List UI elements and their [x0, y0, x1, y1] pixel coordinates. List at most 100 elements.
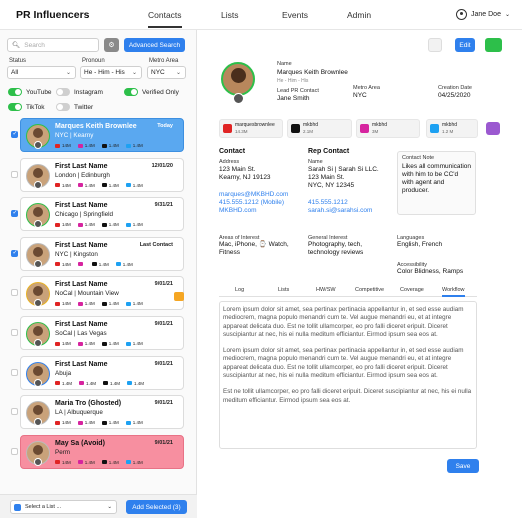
pronoun-select[interactable]: He - Him - His ⌄: [80, 66, 142, 79]
rep-contact-heading: Rep Contact: [308, 148, 350, 155]
tab-workflow[interactable]: Workflow: [442, 287, 465, 297]
email-link[interactable]: marques@MKBHD.com: [219, 191, 288, 199]
rep-email-link[interactable]: sarah.si@sarahsi.com: [308, 207, 372, 215]
website-link[interactable]: MKBHD.com: [219, 207, 257, 215]
search-input[interactable]: 🔍︎ Search: [7, 38, 99, 52]
contact-date: 9/01/21: [154, 360, 173, 367]
contact-checkbox[interactable]: [11, 368, 18, 376]
instagram-toggle-switch[interactable]: [56, 88, 70, 96]
contact-location: Chicago | Springfield: [55, 211, 113, 219]
camera-icon: [34, 259, 42, 268]
edit-button[interactable]: Edit: [455, 38, 475, 52]
contact-card[interactable]: First Last Name London | Edinburgh 12/01/2…: [20, 157, 184, 192]
contact-note[interactable]: Contact Note Likes all communication wit…: [397, 151, 476, 215]
contact-checkbox[interactable]: [11, 249, 18, 257]
chevron-down-icon: ⌄: [504, 12, 510, 18]
pronoun-label: Pronoun: [82, 58, 105, 64]
search-placeholder: Search: [24, 41, 45, 49]
social-count: 14.3M: [235, 128, 248, 134]
contact-card[interactable]: First Last Name SoCal | Las Vegas 9/01/21 1…: [20, 316, 184, 350]
instagram-count: 1.4M: [84, 459, 95, 465]
chevron-down-icon: ⌄: [107, 504, 112, 510]
gear-icon: ⚙: [108, 42, 115, 49]
nav-tab-lists[interactable]: Lists: [221, 10, 238, 20]
contact-socials: 14M 1.4M 1.4M 1.4M: [55, 183, 143, 188]
contact-location: LA | Albuquerque: [55, 409, 103, 417]
camera-icon: [34, 220, 42, 229]
workflow-notes[interactable]: Lorem ipsum dolor sit amet, sea pertinax…: [219, 301, 477, 449]
color-wheel-icon[interactable]: [428, 38, 442, 52]
nav-tab-contacts[interactable]: Contacts: [148, 10, 182, 28]
tab-hw-sw[interactable]: HW/SW: [316, 287, 336, 293]
advanced-search-button[interactable]: Advanced Search: [124, 38, 185, 52]
rep-phone-link[interactable]: 415.555.1212: [308, 199, 348, 207]
creation-date-label: Creation Date: [438, 85, 472, 91]
toggle-instagram[interactable]: Instagram: [56, 88, 103, 96]
toggle-youtube[interactable]: YouTube: [8, 88, 52, 96]
profile-pronoun: He - Him - His: [277, 78, 309, 84]
contact-card[interactable]: Marques Keith Brownlee NYC | Kearny Today 1…: [20, 118, 184, 152]
phone-link[interactable]: 415.555.1212 (Mobile): [219, 199, 284, 207]
status-label: Status: [9, 58, 27, 64]
app-logo[interactable]: PR Influencers: [12, 9, 90, 21]
top-bar: PR Influencers Contacts Lists Events Adm…: [0, 0, 522, 30]
contact-checkbox[interactable]: [11, 170, 18, 178]
twitter-toggle-switch[interactable]: [56, 103, 70, 111]
metro-select[interactable]: NYC ⌄: [147, 66, 186, 79]
camera-icon[interactable]: [233, 93, 244, 104]
toggle-twitter[interactable]: Twitter: [56, 103, 93, 111]
contact-card[interactable]: First Last Name Chicago | Springfield 9/31…: [20, 197, 184, 232]
user-avatar-icon: [456, 9, 467, 20]
contact-detail: Edit Name Marques Keith Brownlee He - Hi…: [198, 30, 522, 518]
contact-checkbox[interactable]: [11, 130, 18, 138]
contact-checkbox[interactable]: [11, 408, 18, 416]
status-select[interactable]: All ⌄: [7, 66, 76, 79]
user-menu[interactable]: Jane Doe ⌄: [456, 9, 510, 20]
youtube-count: 14M: [62, 143, 71, 148]
save-button[interactable]: Save: [447, 459, 479, 473]
nav-tab-events[interactable]: Events: [282, 10, 308, 20]
tab-coverage[interactable]: Coverage: [400, 287, 424, 293]
contact-card[interactable]: May Sa (Avoid) Perm 9/01/21 14M 1.4M 1.4M 1.4M: [20, 434, 184, 469]
add-contact-icon[interactable]: [485, 38, 502, 52]
twitter-count: 1.4M: [132, 301, 143, 307]
contact-name: First Last Name: [55, 321, 108, 328]
social-card-twitter[interactable]: mkbhd 1.2 M: [426, 119, 478, 138]
tab-competitive[interactable]: Competitive: [355, 287, 384, 293]
flag-icon[interactable]: [174, 292, 184, 301]
more-socials-icon[interactable]: [486, 122, 500, 135]
contact-name: First Last Name: [55, 202, 108, 210]
metro-value: NYC: [151, 69, 165, 76]
social-card-instagram[interactable]: mkbhd 3M: [356, 119, 420, 138]
twitter-count: 1.4M: [132, 459, 143, 465]
contact-checkbox[interactable]: [11, 447, 18, 455]
contact-date: Last Contact: [139, 241, 173, 248]
contact-checkbox[interactable]: [11, 329, 18, 336]
toggle-verified[interactable]: Verified Only: [124, 88, 179, 96]
toggle-tiktok[interactable]: TikTok: [8, 103, 45, 111]
tab-lists[interactable]: Lists: [278, 287, 289, 293]
tab-log[interactable]: Log: [235, 287, 244, 293]
contact-card[interactable]: First Last Name Abuja 9/01/21 1.4M 1.4M 1.4M 1…: [20, 355, 184, 390]
social-card-youtube[interactable]: marquesbrownlee 14.3M: [219, 119, 283, 138]
search-options-button[interactable]: ⚙: [104, 38, 119, 52]
contact-card[interactable]: Maria Tro (Ghosted) LA | Albuquerque 9/01/…: [20, 395, 184, 430]
nav-tab-admin[interactable]: Admin: [347, 10, 371, 20]
tiktok-toggle-switch[interactable]: [8, 103, 22, 111]
contact-card[interactable]: First Last Name NoCal | Mountain View 9/01…: [20, 276, 184, 311]
contact-socials: 14M 1.4M 1.4M 1.4M: [55, 301, 143, 306]
add-selected-button[interactable]: Add Selected (3): [126, 500, 187, 514]
youtube-count: 14M: [62, 222, 71, 228]
youtube-toggle-switch[interactable]: [8, 88, 22, 96]
social-card-tiktok[interactable]: mkbhd 2.1M: [287, 119, 352, 138]
interest-value: Mac, iPhone, ⌚ Watch, Fitness: [219, 241, 289, 256]
contact-location: SoCal | Las Vegas: [55, 330, 107, 337]
verified-toggle-switch[interactable]: [124, 88, 138, 96]
contact-heading: Contact: [219, 148, 246, 155]
metro-area-label: Metro Area: [353, 85, 380, 91]
contact-checkbox[interactable]: [11, 289, 18, 297]
contact-location: NoCal | Mountain View: [55, 290, 119, 298]
contact-checkbox[interactable]: [11, 209, 18, 218]
list-select[interactable]: Select a List ... ⌄: [10, 500, 117, 514]
contact-card[interactable]: First Last Name NYC | Kingston Last Contac…: [20, 236, 184, 271]
